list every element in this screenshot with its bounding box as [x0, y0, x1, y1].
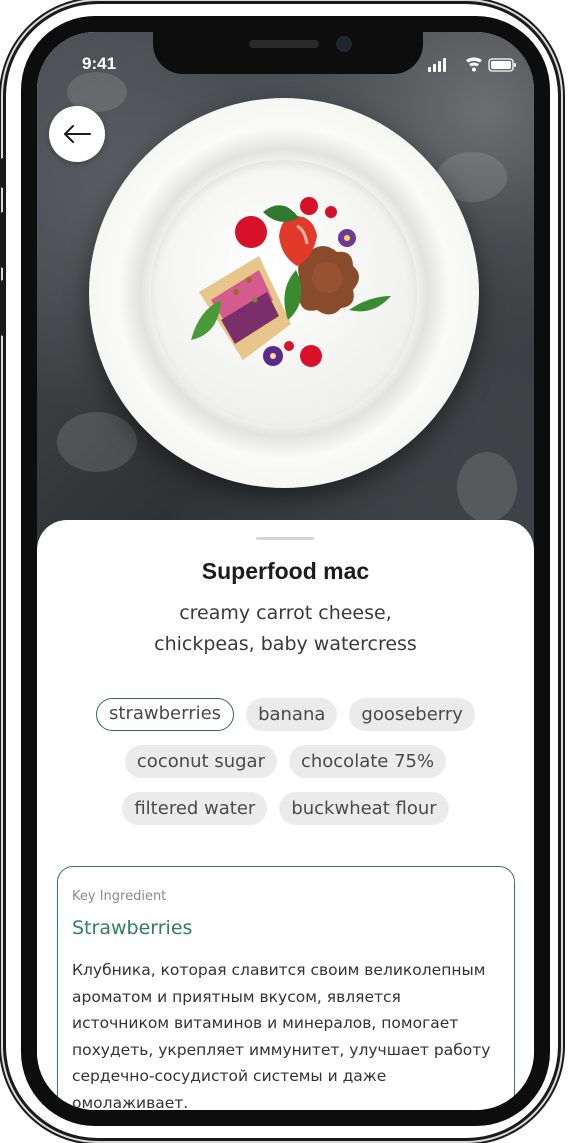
sheet-grabber[interactable]: [256, 537, 314, 540]
tag-row: strawberries banana gooseberry: [67, 698, 504, 731]
side-button-volume-up: [1, 212, 5, 268]
notch: [153, 32, 423, 74]
back-button[interactable]: [49, 106, 105, 162]
dish-subtitle: creamy carrot cheese, chickpeas, baby wa…: [97, 598, 474, 660]
phone-screen: 9:41 Superfood mac creamy carrot cheese,…: [37, 32, 534, 1110]
side-button-volume-down: [1, 280, 5, 336]
side-button-silent: [1, 158, 5, 188]
cellular-signal-icon: [428, 58, 446, 72]
tag-chocolate[interactable]: chocolate 75%: [288, 745, 447, 778]
status-time: 9:41: [82, 54, 117, 73]
wifi-icon: [466, 57, 482, 72]
key-ingredient-card[interactable]: Key Ingredient Strawberries Клубника, ко…: [57, 866, 515, 1110]
dish-subtitle-line1: creamy carrot cheese,: [179, 602, 392, 624]
battery-icon: [488, 58, 516, 72]
tag-strawberries[interactable]: strawberries: [96, 698, 235, 731]
details-sheet: Superfood mac creamy carrot cheese, chic…: [37, 520, 534, 1110]
speaker-grille: [249, 40, 319, 48]
status-icons: [428, 57, 516, 72]
key-ingredient-name: Strawberries: [72, 917, 193, 939]
tag-coconut-sugar[interactable]: coconut sugar: [124, 745, 277, 778]
dessert-illustration: [191, 197, 391, 367]
tag-row: coconut sugar chocolate 75%: [67, 745, 504, 778]
arrow-left-icon: [64, 125, 91, 143]
dish-photo: [37, 32, 534, 552]
front-camera: [336, 36, 352, 52]
dish-subtitle-line2: chickpeas, baby watercress: [154, 633, 417, 655]
tag-buckwheat-flour[interactable]: buckwheat flour: [279, 792, 449, 825]
key-ingredient-description: Клубника, которая славится своим великол…: [72, 961, 491, 1110]
tag-filtered-water[interactable]: filtered water: [122, 792, 268, 825]
dish-title: Superfood mac: [201, 558, 370, 584]
status-bar: 9:41: [37, 32, 534, 92]
tag-row: filtered water buckwheat flour: [67, 792, 504, 825]
ingredient-tags: strawberries banana gooseberry coconut s…: [67, 698, 504, 839]
tag-banana[interactable]: banana: [246, 698, 338, 731]
plate: [89, 98, 479, 488]
tag-gooseberry[interactable]: gooseberry: [349, 698, 475, 731]
key-ingredient-label: Key Ingredient: [72, 889, 167, 904]
